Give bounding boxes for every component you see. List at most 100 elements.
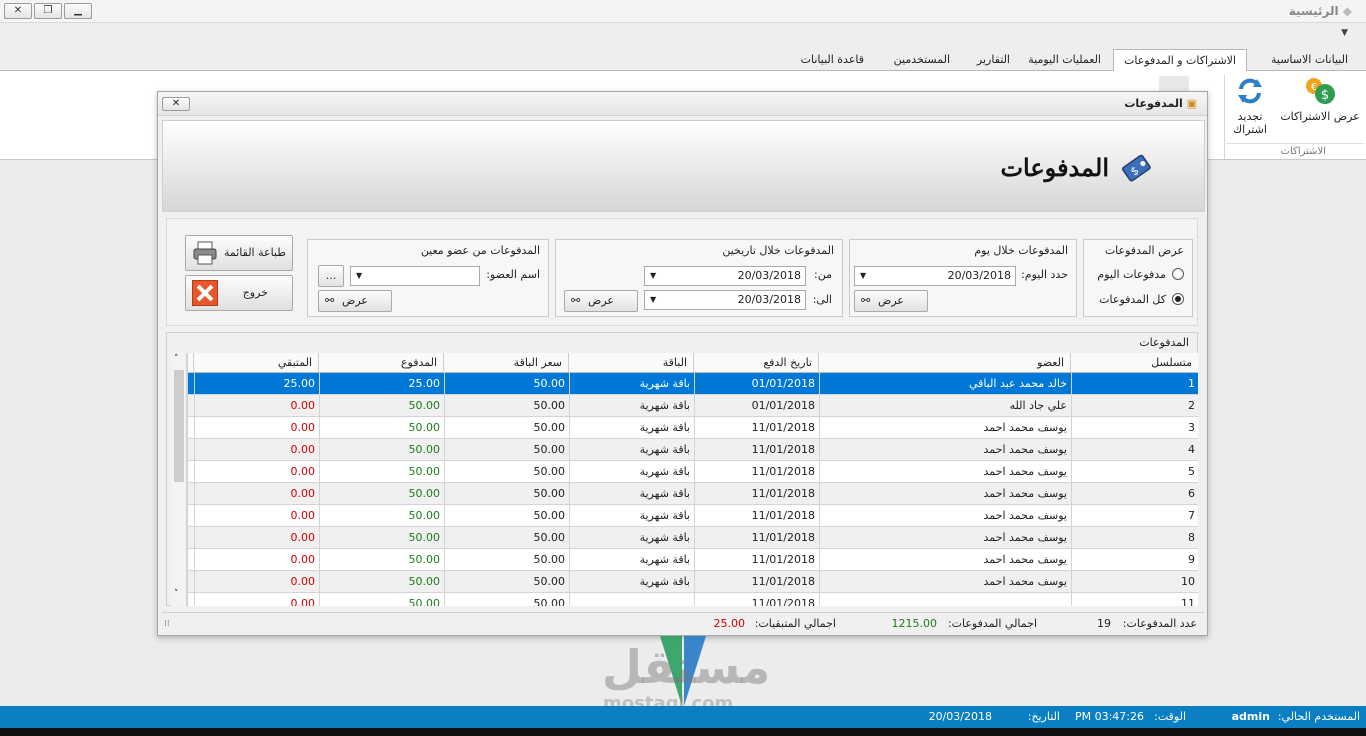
current-user-label: المستخدم الحالي: [1277, 710, 1360, 723]
table-row[interactable]: 7 يوسف محمد احمد 11/01/2018 باقة شهرية 50.00… [188, 505, 1198, 527]
from-date-picker[interactable]: ▼ 20/03/2018 [644, 266, 806, 286]
day-show-button[interactable]: ⚯ عرض [854, 290, 928, 312]
title-bar: ✕ ❐ ▁ ◆ الرئيسية [0, 0, 1366, 23]
total-remaining-value: 25.00 [713, 617, 746, 630]
scrollbar-thumb[interactable] [174, 370, 184, 482]
package-price-cell: 50.00 [444, 505, 569, 527]
package-price-cell: 50.00 [444, 373, 569, 395]
column-header[interactable]: الباقة [568, 353, 693, 373]
package-cell: باقة شهرية [569, 373, 694, 395]
customize-toolbar-icon[interactable]: ▼ [1341, 28, 1348, 38]
column-header[interactable]: متسلسل [1070, 353, 1198, 373]
to-label: الى: [812, 293, 832, 306]
package-cell: باقة شهرية [569, 571, 694, 593]
member-show-label: عرض [342, 294, 368, 307]
serial-cell: 9 [1071, 549, 1198, 571]
tab-daily-operations[interactable]: العمليات اليومية [1018, 49, 1111, 71]
today-payments-label: مدفوعات اليوم [1097, 268, 1166, 281]
table-row[interactable]: 4 يوسف محمد احمد 11/01/2018 باقة شهرية 50.00… [188, 439, 1198, 461]
day-date-picker[interactable]: ▼ 20/03/2018 [854, 266, 1016, 286]
total-paid-label: اجمالي المدفوعات: [947, 617, 1037, 630]
filter-area: عرض المدفوعات مدفوعات اليوم كل المدفوعات… [166, 218, 1198, 326]
serial-cell: 8 [1071, 527, 1198, 549]
scroll-down-icon[interactable]: ˅ [174, 589, 179, 599]
grid-caption: المدفوعات [1139, 336, 1189, 349]
column-header[interactable]: تاريخ الدفع [693, 353, 818, 373]
range-show-button[interactable]: ⚯ عرض [564, 290, 638, 312]
column-header[interactable]: ملاحظات [188, 353, 193, 373]
table-row[interactable]: 9 يوسف محمد احمد 11/01/2018 باقة شهرية 50.00… [188, 549, 1198, 571]
day-payments-group: المدفوعات خلال يوم حدد اليوم: ▼ 20/03/20… [849, 239, 1077, 317]
member-cell: علي جاد الله [819, 395, 1071, 417]
serial-cell: 4 [1071, 439, 1198, 461]
money-icon: € $ [1303, 76, 1337, 106]
package-price-cell: 50.00 [444, 527, 569, 549]
table-row[interactable]: 5 يوسف محمد احمد 11/01/2018 باقة شهرية 50.00… [188, 461, 1198, 483]
all-payments-radio[interactable] [1172, 293, 1184, 305]
table-row[interactable]: 1 خالد محمد عبد الباقي 01/01/2018 باقة شهري… [188, 373, 1198, 395]
tab-database[interactable]: قاعدة البيانات [791, 49, 874, 71]
today-payments-radio[interactable] [1172, 268, 1184, 280]
paid-cell: 50.00 [319, 395, 444, 417]
package-price-cell: 50.00 [444, 571, 569, 593]
close-payments-button[interactable]: ✕ [162, 97, 190, 111]
package-price-cell: 50.00 [444, 593, 569, 606]
tab-users[interactable]: المستخدمين [884, 49, 960, 71]
serial-cell: 5 [1071, 461, 1198, 483]
payment-date-cell: 01/01/2018 [694, 373, 819, 395]
column-header[interactable]: المتبقي [193, 353, 318, 373]
payments-grid: متسلسل العضو تاريخ الدفع الباقة سعر الباقة ال… [187, 353, 1198, 606]
count-label: عدد المدفوعات: [1122, 617, 1197, 630]
print-list-button[interactable]: طباعة القائمة [185, 235, 293, 271]
browse-member-button[interactable]: ... [318, 265, 344, 287]
column-header[interactable]: المدفوع [318, 353, 443, 373]
notes-cell [188, 593, 194, 606]
column-header[interactable]: العضو [818, 353, 1070, 373]
paid-cell: 50.00 [319, 571, 444, 593]
paid-cell: 25.00 [319, 373, 444, 395]
chevron-down-icon: ▼ [650, 271, 657, 280]
member-show-button[interactable]: ⚯ عرض [318, 290, 392, 312]
renew-subscription-button[interactable]: تجديد اشتراك [1226, 76, 1274, 136]
tab-subscriptions-payments[interactable]: الاشتراكات و المدفوعات [1113, 49, 1247, 72]
close-window-button[interactable]: ✕ [4, 3, 32, 19]
paid-cell: 50.00 [319, 593, 444, 606]
remaining-cell: 0.00 [194, 549, 319, 571]
view-subscriptions-button[interactable]: € $ عرض الاشتراكات [1278, 76, 1362, 123]
tab-reports[interactable]: التقارير [967, 49, 1020, 71]
table-row[interactable]: 10 يوسف محمد احمد 11/01/2018 باقة شهرية 50.0… [188, 571, 1198, 593]
notes-cell [188, 549, 194, 571]
remaining-cell: 0.00 [194, 417, 319, 439]
serial-cell: 1 [1071, 373, 1198, 395]
exit-button[interactable]: خروج [185, 275, 293, 311]
table-row[interactable]: 8 يوسف محمد احمد 11/01/2018 باقة شهرية 50.00… [188, 527, 1198, 549]
day-show-label: عرض [878, 294, 904, 307]
today-payments-option[interactable]: مدفوعات اليوم [1092, 267, 1184, 283]
total-remaining-label: اجمالي المتبقيات: [754, 617, 836, 630]
package-price-cell: 50.00 [444, 417, 569, 439]
member-payments-group: المدفوعات من عضو معين اسم العضو: ▼ ... ⚯… [307, 239, 549, 317]
table-row[interactable]: 3 يوسف محمد احمد 11/01/2018 باقة شهرية 50.00… [188, 417, 1198, 439]
column-header[interactable]: سعر الباقة [443, 353, 568, 373]
serial-cell: 2 [1071, 395, 1198, 417]
member-name-combo[interactable]: ▼ [350, 266, 480, 286]
table-row[interactable]: 11 11/01/2018 50.00 50.00 0.00 [188, 593, 1198, 606]
scroll-up-icon[interactable]: ˄ [174, 354, 179, 364]
resize-grip-icon[interactable]: ⁞⁞ [164, 619, 170, 629]
payments-window-title: ▣ المدفوعات [1124, 97, 1197, 110]
member-cell: يوسف محمد احمد [819, 527, 1071, 549]
all-payments-option[interactable]: كل المدفوعات [1092, 292, 1184, 308]
paid-cell: 50.00 [319, 527, 444, 549]
tab-basic-data[interactable]: البيانات الاساسية [1261, 49, 1358, 71]
table-row[interactable]: 2 علي جاد الله 01/01/2018 باقة شهرية 50.00 50… [188, 395, 1198, 417]
notes-cell [188, 571, 194, 593]
minimize-window-button[interactable]: ▁ [64, 3, 92, 19]
table-row[interactable]: 6 يوسف محمد احمد 11/01/2018 باقة شهرية 50.00… [188, 483, 1198, 505]
remaining-cell: 0.00 [194, 571, 319, 593]
to-date-picker[interactable]: ▼ 20/03/2018 [644, 290, 806, 310]
remaining-cell: 0.00 [194, 395, 319, 417]
restore-window-button[interactable]: ❐ [34, 3, 62, 19]
vertical-scrollbar[interactable]: ˄ ˅ [171, 353, 187, 606]
paid-cell: 50.00 [319, 439, 444, 461]
binoculars-icon: ⚯ [861, 294, 871, 307]
